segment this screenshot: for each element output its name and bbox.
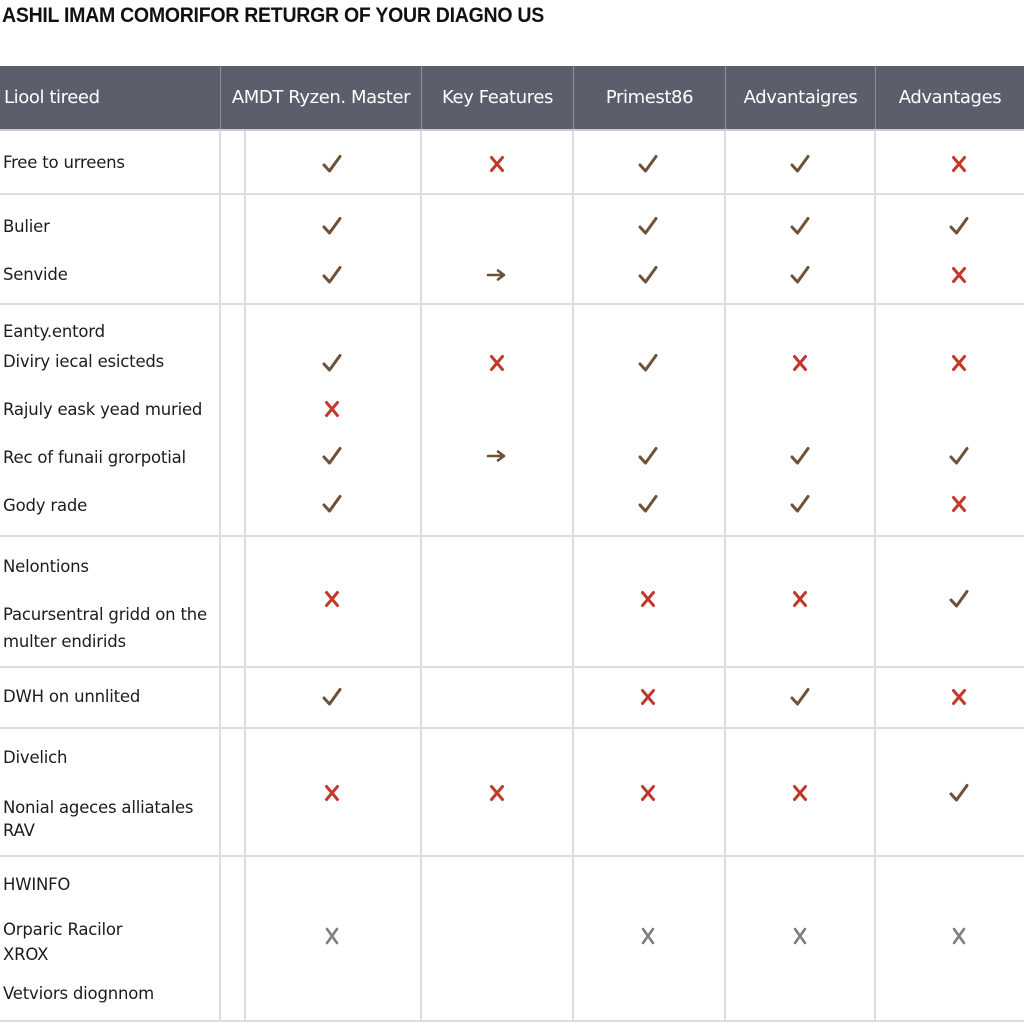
row-label: Orparic Racilor — [3, 920, 123, 939]
cross-icon — [634, 585, 662, 613]
check-icon — [318, 212, 346, 240]
check-icon — [945, 585, 973, 613]
cross-icon — [318, 395, 346, 423]
cross-icon — [945, 150, 973, 178]
row-label: XROX — [3, 945, 49, 964]
column-header-key-features[interactable]: Key Features — [421, 66, 573, 129]
cross-icon — [945, 261, 973, 289]
cross-icon — [483, 349, 511, 377]
table-row-group — [0, 195, 1024, 305]
row-label: Rajuly eask yead muried — [3, 400, 203, 419]
table-header: Liool tireed AMDT Ryzen. Master Key Feat… — [0, 66, 1024, 131]
column-header-advantages[interactable]: Advantages — [875, 66, 1024, 129]
cross-icon — [786, 585, 814, 613]
check-icon — [634, 261, 662, 289]
check-icon — [318, 349, 346, 377]
row-label: Divelich — [3, 748, 68, 767]
check-icon — [634, 442, 662, 470]
table-row-group — [0, 729, 1024, 857]
row-label: Eanty.entord — [3, 322, 105, 341]
row-label: Nonial ageces alliatales — [3, 798, 194, 817]
table-row-group — [0, 668, 1024, 729]
check-icon — [786, 261, 814, 289]
page-title: ASHIL IMAM COMORIFOR RETURGR OF YOUR DIA… — [2, 4, 544, 27]
check-icon — [634, 349, 662, 377]
comparison-table: Free to urreens Bulier Senvide Eanty.entord… — [0, 131, 1024, 1024]
column-header-feature[interactable]: Liool tireed — [0, 66, 220, 129]
cross-icon — [634, 683, 662, 711]
table-row-group — [0, 131, 1024, 195]
row-label: Gody rade — [3, 496, 88, 515]
row-label: Diviry iecal esicteds — [3, 352, 165, 371]
check-icon — [318, 150, 346, 178]
row-label: Pacursentral gridd on the — [3, 605, 207, 624]
check-icon — [318, 490, 346, 518]
column-header-advantaigres[interactable]: Advantaigres — [725, 66, 875, 129]
cross-icon — [945, 922, 973, 950]
check-icon — [634, 490, 662, 518]
table-row-group — [0, 305, 1024, 537]
cross-icon — [483, 779, 511, 807]
check-icon — [786, 212, 814, 240]
check-icon — [634, 150, 662, 178]
check-icon — [945, 212, 973, 240]
row-label: RAV — [3, 821, 35, 840]
cross-icon — [483, 150, 511, 178]
row-label: multer endirids — [3, 632, 126, 651]
check-icon — [786, 490, 814, 518]
column-header-amdt-ryzen-master[interactable]: AMDT Ryzen. Master — [220, 66, 421, 129]
cross-icon — [945, 490, 973, 518]
column-header-primest86[interactable]: Primest86 — [573, 66, 725, 129]
check-icon — [318, 442, 346, 470]
cross-icon — [318, 922, 346, 950]
cross-icon — [945, 349, 973, 377]
row-label: Senvide — [3, 265, 68, 284]
row-label: Nelontions — [3, 557, 89, 576]
row-label: Free to urreens — [3, 153, 125, 172]
check-icon — [786, 683, 814, 711]
cross-icon — [318, 585, 346, 613]
check-icon — [945, 779, 973, 807]
cross-icon — [786, 779, 814, 807]
check-icon — [786, 442, 814, 470]
row-label: Bulier — [3, 217, 50, 236]
row-label: Vetviors diognnom — [3, 984, 155, 1003]
arrow-right-icon — [483, 442, 511, 470]
cross-icon — [634, 922, 662, 950]
cross-icon — [945, 683, 973, 711]
cross-icon — [786, 922, 814, 950]
arrow-right-icon — [483, 261, 511, 289]
check-icon — [318, 683, 346, 711]
row-label: HWINFO — [3, 875, 71, 894]
check-icon — [786, 150, 814, 178]
row-label: Rec of funaii grorpotial — [3, 448, 186, 467]
check-icon — [634, 212, 662, 240]
check-icon — [945, 442, 973, 470]
table-row-group — [0, 537, 1024, 668]
row-label: DWH on unnlited — [3, 687, 141, 706]
cross-icon — [318, 779, 346, 807]
check-icon — [318, 261, 346, 289]
cross-icon — [786, 349, 814, 377]
cross-icon — [634, 779, 662, 807]
